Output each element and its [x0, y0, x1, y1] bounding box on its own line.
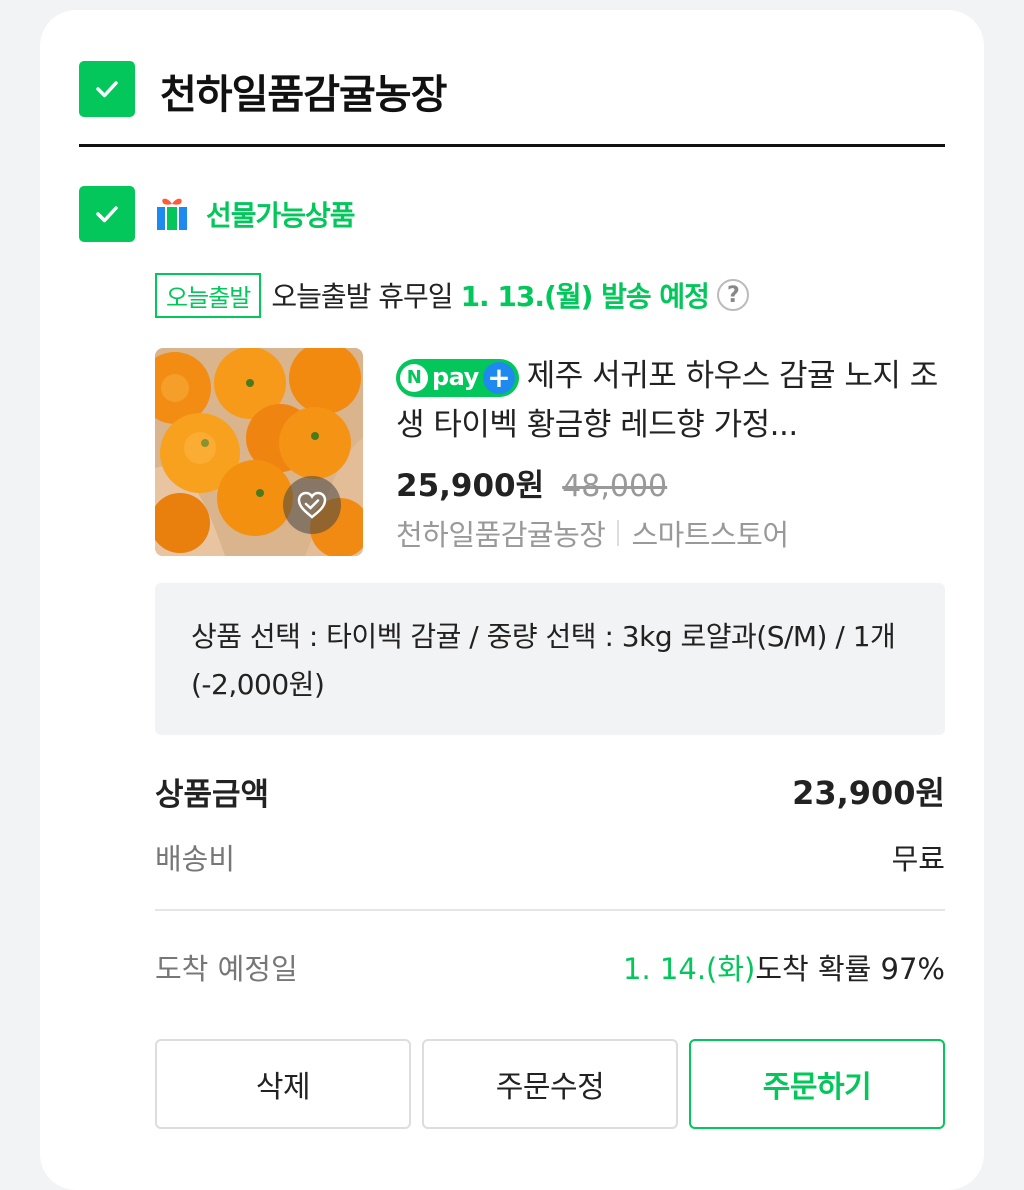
- item-select-checkbox[interactable]: [79, 186, 135, 242]
- store-name[interactable]: 천하일품감귤농장: [160, 62, 447, 120]
- delete-button[interactable]: 삭제: [155, 1039, 411, 1129]
- shipping-text: 오늘출발 휴무일: [271, 280, 453, 313]
- shipping-fee-label: 배송비: [155, 842, 236, 876]
- amount-value: 23,900원: [792, 774, 945, 812]
- shipping-info: 오늘출발 오늘출발 휴무일 1. 13.(월) 발송 예정 ?: [155, 272, 749, 318]
- product-image[interactable]: [155, 348, 363, 556]
- gift-icon: [157, 198, 187, 230]
- cart-store-card: 천하일품감귤농장 선물가능상품 오늘출발 오늘출발 휴무일 1. 13.(월) …: [40, 10, 984, 1190]
- product-title[interactable]: N pay + 제주 서귀포 하우스 감귤 노지 조생 타이벡 황금향 레드향 …: [396, 352, 941, 448]
- amount-row: 상품금액 23,900원: [155, 768, 945, 814]
- edit-order-button[interactable]: 주문수정: [422, 1039, 678, 1129]
- price-row: 25,900원 48,000: [396, 460, 667, 505]
- amount-label: 상품금액: [155, 776, 270, 813]
- heart-check-icon: [297, 491, 327, 519]
- seller-row: 천하일품감귤농장 스마트스토어: [396, 512, 789, 554]
- today-ship-badge: 오늘출발: [155, 272, 262, 318]
- store-divider: [79, 144, 945, 147]
- arrival-label: 도착 예정일: [155, 952, 298, 986]
- gift-available-label: 선물가능상품: [206, 199, 356, 232]
- original-price: 48,000: [562, 469, 668, 504]
- npay-plus-icon: +: [482, 361, 515, 394]
- seller-name[interactable]: 천하일품감귤농장: [396, 512, 606, 554]
- arrival-value: 1. 14.(화)도착 확률 97%: [623, 946, 945, 988]
- shipping-date: 1. 13.(월) 발송 예정: [460, 280, 710, 313]
- option-summary: 상품 선택 : 타이벡 감귤 / 중량 선택 : 3kg 로얄과(S/M) / …: [155, 583, 945, 735]
- shipping-fee-row: 배송비 무료: [155, 836, 945, 878]
- seller-channel: 스마트스토어: [631, 518, 789, 552]
- order-button[interactable]: 주문하기: [689, 1039, 945, 1129]
- checkmark-icon: [96, 81, 118, 98]
- help-icon[interactable]: ?: [716, 279, 749, 311]
- npay-plus-badge: N pay +: [396, 358, 519, 397]
- arrival-row: 도착 예정일 1. 14.(화)도착 확률 97%: [155, 946, 945, 988]
- arrival-date: 1. 14.(화): [623, 952, 756, 986]
- seller-separator: [617, 520, 620, 546]
- shipping-fee-value: 무료: [891, 842, 945, 876]
- sale-price: 25,900원: [396, 468, 545, 504]
- checkmark-icon: [96, 206, 118, 223]
- npay-n-icon: N: [400, 363, 428, 392]
- arrival-probability: 도착 확률 97%: [755, 952, 945, 986]
- summary-divider: [155, 909, 945, 911]
- store-select-checkbox[interactable]: [79, 61, 135, 117]
- npay-text: pay: [432, 363, 479, 391]
- wishlist-button[interactable]: [283, 476, 341, 534]
